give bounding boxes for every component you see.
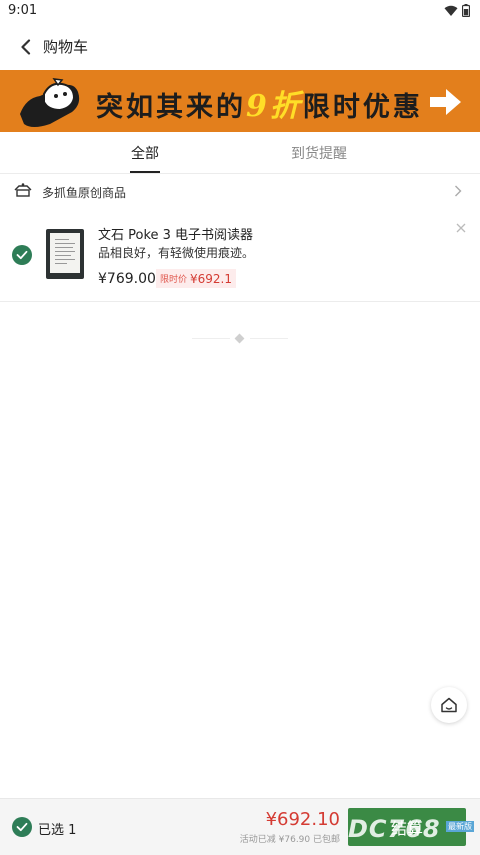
top-app-bar: 购物车 bbox=[0, 24, 480, 70]
wifi-icon bbox=[444, 5, 458, 16]
promo-price: ¥692.1 bbox=[190, 271, 233, 286]
cat-mascot-icon bbox=[20, 78, 80, 127]
product-thumbnail[interactable] bbox=[46, 229, 84, 279]
battery-icon bbox=[462, 4, 470, 17]
status-bar: 9:01 bbox=[0, 0, 480, 24]
active-tab-indicator bbox=[130, 171, 160, 173]
discount-shipping-detail: 活动已减 ¥76.90 已包邮 bbox=[239, 835, 340, 845]
selected-count: 已选 1 bbox=[38, 823, 77, 838]
page-title: 购物车 bbox=[43, 38, 89, 56]
shop-header[interactable]: 多抓鱼原创商品 bbox=[0, 175, 480, 207]
product-title[interactable]: 文石 Poke 3 电子书阅读器 bbox=[98, 224, 253, 243]
shop-fish-icon bbox=[14, 183, 32, 197]
select-all-checkbox[interactable] bbox=[12, 817, 32, 837]
check-icon bbox=[16, 250, 28, 260]
status-icons bbox=[444, 4, 470, 17]
tab-all[interactable]: 全部 bbox=[131, 143, 159, 163]
list-end-divider bbox=[192, 333, 288, 344]
status-time: 9:01 bbox=[8, 3, 38, 18]
banner-arrow-icon bbox=[430, 89, 461, 115]
check-icon bbox=[16, 822, 28, 832]
banner-headline: 突如其来的9折限时优惠 bbox=[96, 81, 423, 125]
promo-price-badge: 限时价 ¥692.1 bbox=[156, 269, 237, 288]
cart-tabs: 全部 到货提醒 bbox=[0, 132, 480, 174]
product-price: ¥769.00 bbox=[98, 271, 156, 287]
watermark: DC768 bbox=[348, 815, 441, 843]
cart-item[interactable]: 文石 Poke 3 电子书阅读器 品相良好，有轻微使用痕迹。 ¥769.00 限… bbox=[0, 208, 480, 302]
home-icon bbox=[441, 697, 457, 713]
back-button[interactable] bbox=[14, 35, 38, 59]
close-icon[interactable] bbox=[456, 223, 466, 233]
item-select-checkbox[interactable] bbox=[12, 245, 32, 265]
tab-restock-alert[interactable]: 到货提醒 bbox=[291, 143, 347, 163]
watermark-sub: 最新版 bbox=[446, 821, 474, 832]
ereader-screen bbox=[50, 233, 80, 273]
home-button[interactable] bbox=[431, 687, 467, 723]
promo-label: 限时价 bbox=[160, 275, 188, 285]
banner-text-after: 限时优惠 bbox=[302, 92, 423, 123]
product-condition: 品相良好，有轻微使用痕迹。 bbox=[98, 246, 255, 260]
back-arrow-icon bbox=[21, 39, 31, 55]
banner-text-highlight: 9折 bbox=[246, 89, 303, 124]
shop-name: 多抓鱼原创商品 bbox=[42, 186, 127, 200]
total-price: ¥692.10 bbox=[265, 809, 340, 830]
banner-text-before: 突如其来的 bbox=[96, 92, 246, 123]
promo-banner[interactable]: 突如其来的9折限时优惠 bbox=[0, 70, 480, 132]
chevron-right-icon bbox=[455, 185, 462, 197]
